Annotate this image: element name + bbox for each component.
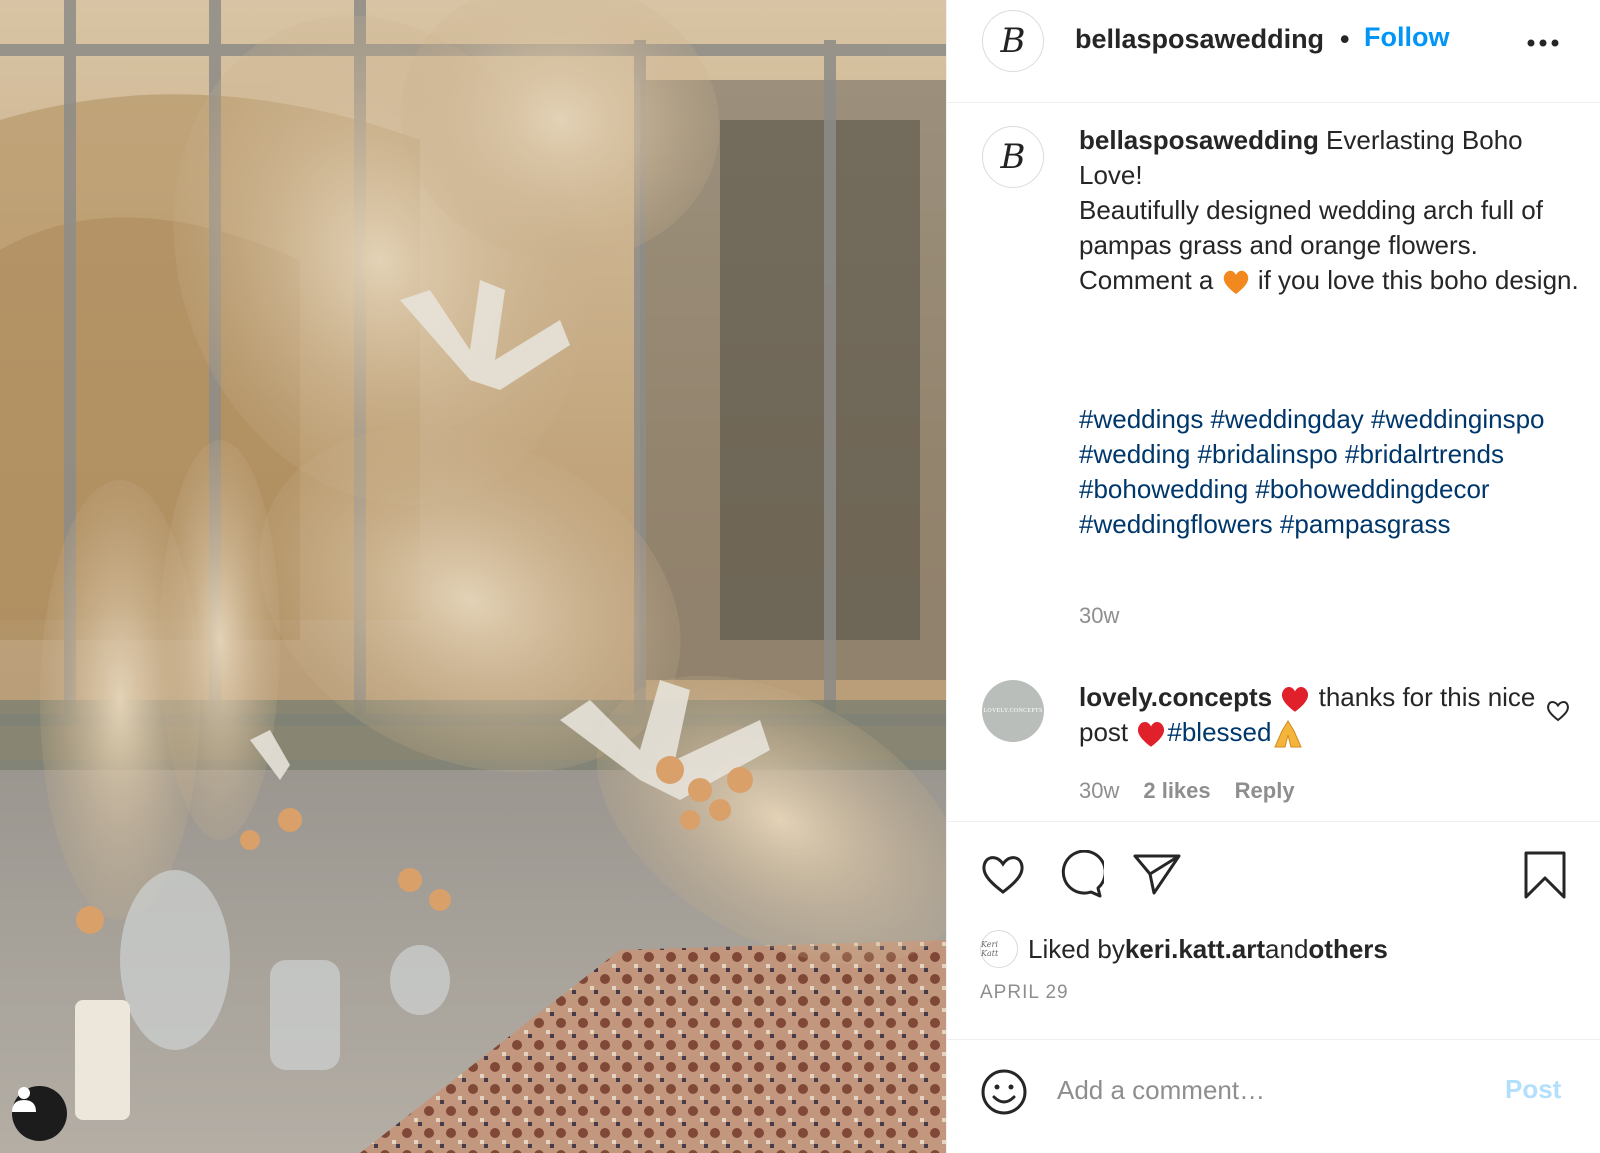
commenter-avatar-text: LOVELY.CONCEPTS bbox=[983, 708, 1043, 714]
caption-username[interactable]: bellasposawedding bbox=[1079, 125, 1319, 155]
wedding-arch-photo bbox=[0, 0, 946, 1153]
emoji-smiley-icon[interactable] bbox=[980, 1068, 1028, 1116]
hashtag-link[interactable]: #bridalinspo bbox=[1198, 439, 1338, 469]
liker-avatar-text: Keri Katt bbox=[981, 940, 999, 958]
orange-heart-icon bbox=[1223, 270, 1248, 295]
liker-avatar[interactable]: Keri Katt bbox=[980, 930, 1018, 968]
author-avatar[interactable]: B bbox=[982, 10, 1044, 72]
avatar-monogram: B bbox=[1000, 21, 1026, 61]
comment-meta: 30w 2 likes Reply bbox=[1079, 778, 1295, 804]
post-caption: bellasposawedding Everlasting Boho Love!… bbox=[1079, 123, 1579, 298]
header-separator: • bbox=[1340, 24, 1350, 54]
folded-hands-icon bbox=[1274, 720, 1303, 748]
commenter-username[interactable]: lovely.concepts bbox=[1079, 682, 1272, 712]
post-side-panel: B bellasposawedding • Follow B bellaspos… bbox=[946, 0, 1600, 1153]
comment-body: lovely.concepts thanks for this nice pos… bbox=[1079, 680, 1549, 751]
hashtag-link[interactable]: #weddinginspo bbox=[1371, 404, 1544, 434]
hashtag-link[interactable]: #bridalrtrends bbox=[1345, 439, 1504, 469]
follow-button[interactable]: Follow bbox=[1364, 22, 1449, 53]
caption-author-avatar[interactable]: B bbox=[982, 126, 1044, 188]
comment-likes-count[interactable]: 2 likes bbox=[1143, 778, 1210, 804]
hashtag-link[interactable]: #bohoweddingdecor bbox=[1255, 474, 1489, 504]
comment-input[interactable] bbox=[1057, 1066, 1457, 1114]
bookmark-save-icon[interactable] bbox=[1523, 850, 1567, 900]
hashtag-link[interactable]: #pampasgrass bbox=[1280, 509, 1451, 539]
caption-line2: Beautifully designed wedding arch full o… bbox=[1079, 195, 1543, 260]
like-heart-icon[interactable] bbox=[979, 852, 1027, 896]
post-header: B bellasposawedding • Follow bbox=[947, 0, 1600, 103]
liked-by-middle: and bbox=[1265, 933, 1309, 964]
comment-bubble-icon[interactable] bbox=[1054, 850, 1104, 900]
red-heart-icon bbox=[1138, 722, 1165, 747]
comment-hashtag-link[interactable]: #blessed bbox=[1167, 717, 1271, 747]
post-comment-button[interactable]: Post bbox=[1505, 1074, 1561, 1105]
comment-reply-button[interactable]: Reply bbox=[1235, 778, 1295, 804]
liked-by-others-link[interactable]: others bbox=[1308, 934, 1387, 965]
caption-line3-before: Comment a bbox=[1079, 265, 1221, 295]
more-options-icon[interactable] bbox=[1525, 28, 1561, 58]
liked-by-row: Keri Katt Liked by keri.katt.art and oth… bbox=[980, 930, 1388, 968]
hashtag-link[interactable]: #weddingflowers bbox=[1079, 509, 1273, 539]
hashtag-link[interactable]: #wedding bbox=[1079, 439, 1190, 469]
comment-timestamp[interactable]: 30w bbox=[1079, 778, 1119, 804]
instagram-post: B bellasposawedding • Follow B bellaspos… bbox=[0, 0, 1600, 1153]
hashtag-link[interactable]: #weddingday bbox=[1211, 404, 1364, 434]
hashtag-link[interactable]: #bohowedding bbox=[1079, 474, 1248, 504]
author-username[interactable]: bellasposawedding bbox=[1075, 24, 1324, 55]
post-photo[interactable] bbox=[0, 0, 946, 1153]
caption-line3-after: if you love this boho design. bbox=[1250, 265, 1579, 295]
tagged-users-button[interactable] bbox=[12, 1086, 67, 1141]
liked-by-prefix: Liked by bbox=[1028, 933, 1125, 964]
comment-like-heart-icon[interactable] bbox=[1545, 698, 1571, 722]
caption-timestamp[interactable]: 30w bbox=[1079, 603, 1119, 629]
user-icon bbox=[12, 1087, 36, 1112]
hashtag-link[interactable]: #weddings bbox=[1079, 404, 1203, 434]
liker-username[interactable]: keri.katt.art bbox=[1125, 934, 1265, 965]
add-comment-bar: Post bbox=[947, 1039, 1600, 1153]
caption-hashtags: #weddings #weddingday #weddinginspo #wed… bbox=[1079, 402, 1579, 542]
red-heart-icon bbox=[1282, 687, 1309, 712]
commenter-avatar[interactable]: LOVELY.CONCEPTS bbox=[982, 680, 1044, 742]
post-date[interactable]: APRIL 29 bbox=[980, 982, 1069, 1004]
share-paper-plane-icon[interactable] bbox=[1132, 852, 1182, 896]
avatar-monogram: B bbox=[1000, 137, 1026, 177]
post-action-bar bbox=[947, 821, 1600, 926]
